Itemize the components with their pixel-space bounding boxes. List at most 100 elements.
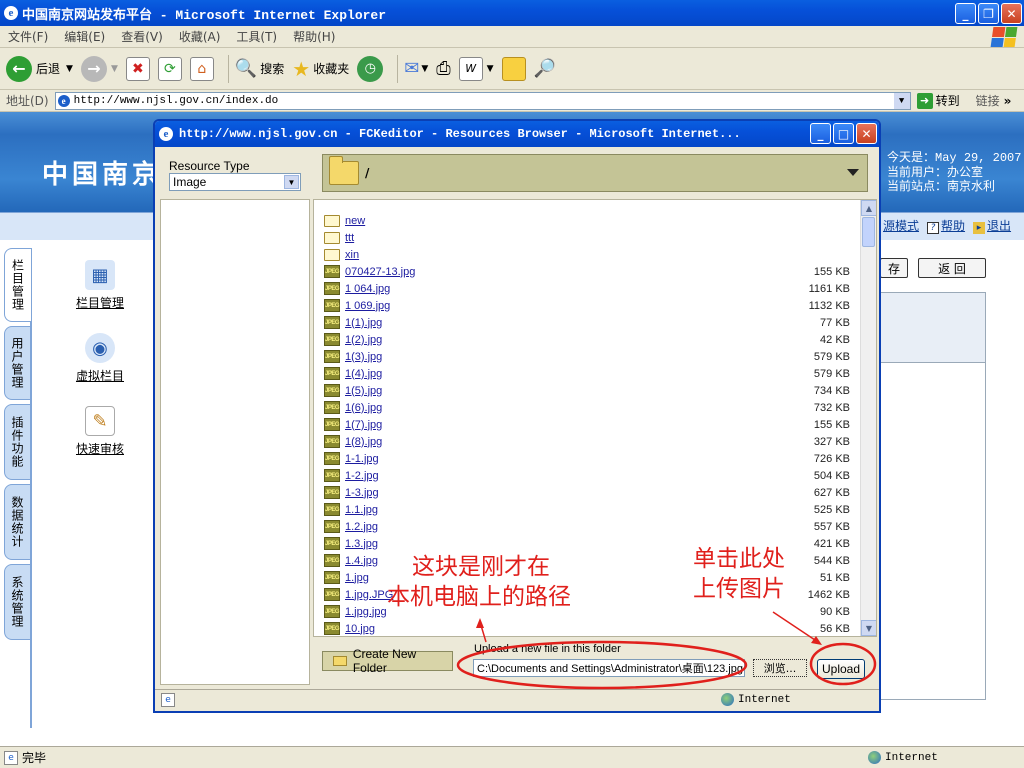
save-button[interactable]: 存	[880, 258, 908, 278]
tab-user-management[interactable]: 用户管理	[4, 326, 31, 400]
notes-icon[interactable]	[501, 56, 526, 81]
create-folder-button[interactable]: Create New Folder	[322, 647, 453, 675]
file-name-link[interactable]: 1(7).jpg	[345, 419, 770, 431]
file-row[interactable]: JPEG 1-1.jpg 726 KB	[324, 450, 850, 467]
print-icon[interactable]: ⎙	[436, 58, 450, 79]
file-row[interactable]: JPEG 1-3.jpg 627 KB	[324, 484, 850, 501]
folder-row[interactable]: ttt	[324, 229, 850, 246]
restore-button[interactable]: ❐	[978, 3, 999, 24]
folder-icon	[329, 156, 359, 185]
minimize-button[interactable]: _	[955, 3, 976, 24]
research-icon[interactable]: 🔎	[534, 58, 556, 79]
favorites-button[interactable]: ★ 收藏夹	[292, 57, 349, 81]
file-name-link[interactable]: 1(1).jpg	[345, 317, 770, 329]
file-row[interactable]: JPEG 1(8).jpg 327 KB	[324, 433, 850, 450]
home-icon[interactable]: ⌂	[189, 56, 214, 81]
file-row[interactable]: JPEG 1(5).jpg 734 KB	[324, 382, 850, 399]
nav-item-virtual[interactable]: ◉ 虚拟栏目	[60, 333, 140, 384]
address-input[interactable]: e http://www.njsl.gov.cn/index.do ▼	[54, 91, 911, 110]
file-name-link[interactable]: 1(4).jpg	[345, 368, 770, 380]
file-row[interactable]: JPEG 1.1.jpg 525 KB	[324, 501, 850, 518]
history-icon[interactable]: ◷	[357, 55, 384, 82]
file-name-link[interactable]: 1(3).jpg	[345, 351, 770, 363]
chevron-right-icon[interactable]: »	[1004, 94, 1012, 108]
file-row[interactable]: JPEG 1(6).jpg 732 KB	[324, 399, 850, 416]
forward-dropdown-icon[interactable]: ▼	[111, 64, 118, 74]
file-row[interactable]: JPEG 1-2.jpg 504 KB	[324, 467, 850, 484]
help-link[interactable]: ? 帮助	[927, 217, 965, 234]
file-name-link[interactable]: 10.jpg	[345, 623, 770, 635]
address-dropdown-icon[interactable]: ▼	[893, 92, 910, 109]
nav-item-review[interactable]: ✎ 快速审核	[60, 406, 140, 457]
folder-row[interactable]: new	[324, 212, 850, 229]
file-row[interactable]: JPEG 1(7).jpg 155 KB	[324, 416, 850, 433]
file-name-link[interactable]: 1-2.jpg	[345, 470, 770, 482]
source-mode-link[interactable]: 源模式	[883, 217, 919, 234]
refresh-icon[interactable]: ⟳	[157, 56, 182, 81]
file-name-link[interactable]: 1.1.jpg	[345, 504, 770, 516]
file-name-link[interactable]: 1(6).jpg	[345, 402, 770, 414]
file-row[interactable]: JPEG 1 069.jpg 1132 KB	[324, 297, 850, 314]
file-name-link[interactable]: xin	[345, 249, 770, 261]
search-button[interactable]: 🔍 搜索	[235, 58, 284, 79]
file-name-link[interactable]: 1-3.jpg	[345, 487, 770, 499]
stop-icon[interactable]: ✖	[125, 56, 150, 81]
file-name-link[interactable]: 1(2).jpg	[345, 334, 770, 346]
menu-file[interactable]: 文件(F)	[8, 28, 48, 45]
close-button[interactable]: ✕	[1001, 3, 1022, 24]
scroll-thumb[interactable]	[862, 217, 875, 247]
tab-statistics[interactable]: 数据统计	[4, 484, 31, 560]
dialog-minimize-button[interactable]: _	[810, 123, 831, 144]
upload-file-input[interactable]: C:\Documents and Settings\Administrator\…	[473, 659, 745, 677]
file-row[interactable]: JPEG 1(4).jpg 579 KB	[324, 365, 850, 382]
menu-favorites[interactable]: 收藏(A)	[179, 28, 221, 45]
file-size: 327 KB	[813, 435, 850, 448]
file-row[interactable]: JPEG 1 064.jpg 1161 KB	[324, 280, 850, 297]
upload-button[interactable]: Upload	[817, 659, 865, 679]
scroll-up-icon[interactable]: ▲	[861, 200, 876, 216]
menu-view[interactable]: 查看(V)	[121, 28, 163, 45]
menu-help[interactable]: 帮助(H)	[293, 28, 335, 45]
file-row[interactable]: JPEG 1(3).jpg 579 KB	[324, 348, 850, 365]
logout-link[interactable]: ▸ 退出	[973, 217, 1011, 234]
file-name-link[interactable]: 1 064.jpg	[345, 283, 770, 295]
tab-plugins[interactable]: 插件功能	[4, 404, 31, 480]
file-row[interactable]: JPEG 070427-13.jpg 155 KB	[324, 263, 850, 280]
dialog-close-button[interactable]: ✕	[856, 123, 877, 144]
folder-row[interactable]: xin	[324, 246, 850, 263]
back-page-button[interactable]: 返 回	[918, 258, 986, 278]
file-name-link[interactable]: 1-1.jpg	[345, 453, 770, 465]
scroll-down-icon[interactable]: ▼	[861, 620, 876, 636]
browse-button[interactable]: 浏览...	[753, 659, 807, 677]
go-button[interactable]: ➜ 转到	[916, 92, 960, 109]
menu-tools[interactable]: 工具(T)	[236, 28, 277, 45]
vertical-scrollbar[interactable]: ▲ ▼	[860, 200, 876, 636]
edit-dropdown-icon: ▼	[486, 63, 494, 74]
file-name-link[interactable]: 1 069.jpg	[345, 300, 770, 312]
back-button[interactable]: ← 后退 ▼	[6, 55, 73, 82]
file-name-link[interactable]: 070427-13.jpg	[345, 266, 770, 278]
file-name-link[interactable]: 1(5).jpg	[345, 385, 770, 397]
path-dropdown-icon[interactable]	[847, 169, 859, 176]
back-dropdown-icon[interactable]: ▼	[66, 64, 73, 74]
file-name-link[interactable]: ttt	[345, 232, 770, 244]
file-name-link[interactable]: new	[345, 215, 770, 227]
mail-button[interactable]: ✉ ▼	[404, 58, 428, 79]
file-name-link[interactable]: 1(8).jpg	[345, 436, 770, 448]
tab-column-management[interactable]: 栏目管理	[4, 248, 31, 322]
file-row[interactable]: JPEG 1(2).jpg 42 KB	[324, 331, 850, 348]
file-row[interactable]: JPEG 1.2.jpg 557 KB	[324, 518, 850, 535]
file-row[interactable]: JPEG 10.jpg 56 KB	[324, 620, 850, 636]
dialog-maximize-button[interactable]: □	[833, 123, 854, 144]
tab-system-management[interactable]: 系统管理	[4, 564, 31, 640]
edit-button[interactable]: W ▼	[458, 56, 494, 81]
menu-edit[interactable]: 编辑(E)	[64, 28, 105, 45]
links-label[interactable]: 链接	[976, 92, 1000, 109]
file-row[interactable]: JPEG 1(1).jpg 77 KB	[324, 314, 850, 331]
resource-type-select[interactable]: Image ▼	[169, 173, 301, 191]
upload-label: Upload a new file in this folder	[474, 643, 621, 655]
chevron-down-icon[interactable]: ▼	[284, 175, 299, 189]
forward-button[interactable]: → ▼	[80, 55, 118, 82]
file-name-link[interactable]: 1.2.jpg	[345, 521, 770, 533]
nav-item-columns[interactable]: ▦ 栏目管理	[60, 260, 140, 311]
